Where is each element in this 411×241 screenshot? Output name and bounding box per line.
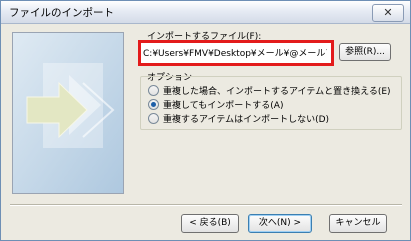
file-path-input[interactable]: C:¥Users¥FMV¥Desktop¥メール¥@メールアドレ	[138, 40, 334, 66]
option-allow-duplicates[interactable]: 重複してもインポートする(A)	[148, 98, 283, 111]
file-path-value: C:¥Users¥FMV¥Desktop¥メール¥@メールアドレ	[143, 49, 327, 59]
close-button[interactable]: ✕	[372, 4, 404, 22]
next-button[interactable]: 次へ(N) >	[248, 214, 312, 233]
footer-divider	[10, 204, 402, 206]
cancel-button[interactable]: キャンセル	[329, 214, 387, 233]
option-replace-label: 重複した場合、インポートするアイテムと置き換える(E)	[163, 87, 391, 97]
radio-skip-duplicates[interactable]	[148, 113, 159, 124]
option-skip-duplicates[interactable]: 重複するアイテムはインポートしない(D)	[148, 112, 329, 125]
radio-replace[interactable]	[148, 85, 159, 96]
wizard-illustration	[12, 32, 124, 194]
browse-button[interactable]: 参照(R)...	[339, 43, 391, 61]
dialog-body: インポートするファイル(F): C:¥Users¥FMV¥Desktop¥メール…	[2, 24, 409, 238]
option-skip-duplicates-label: 重複するアイテムはインポートしない(D)	[163, 115, 330, 125]
close-icon: ✕	[383, 6, 393, 19]
import-arrow-icon	[13, 33, 123, 193]
title-bar[interactable]: ファイルのインポート ✕	[1, 1, 410, 24]
back-button[interactable]: < 戻る(B)	[181, 214, 239, 233]
option-replace[interactable]: 重複した場合、インポートするアイテムと置き換える(E)	[148, 84, 391, 97]
radio-allow-duplicates[interactable]	[148, 99, 159, 110]
option-allow-duplicates-label: 重複してもインポートする(A)	[163, 101, 284, 111]
window-title: ファイルのインポート	[9, 7, 114, 19]
import-dialog: ファイルのインポート ✕ インポートするファイル(F): C:¥Users¥FM…	[0, 0, 411, 241]
